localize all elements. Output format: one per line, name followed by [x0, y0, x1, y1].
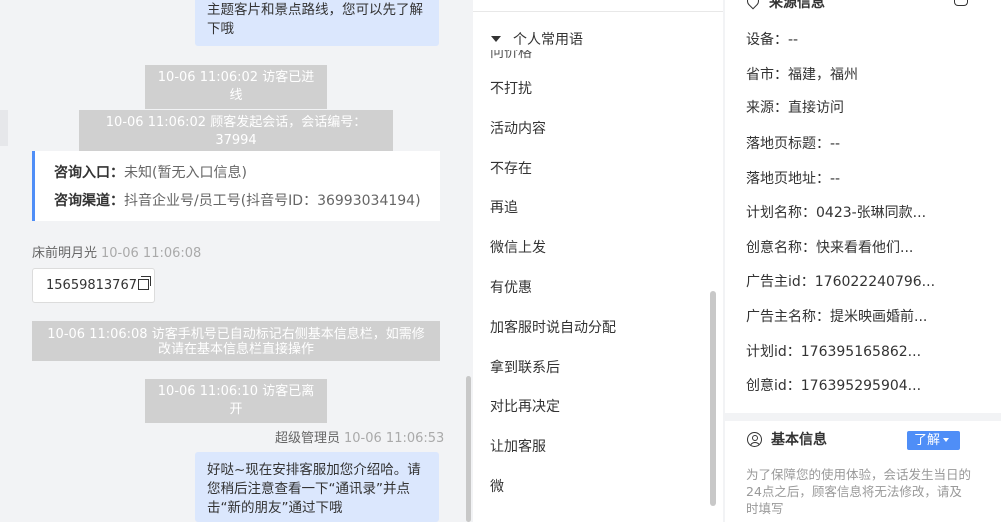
- caret-down-icon: [943, 438, 950, 442]
- user-icon: [747, 432, 762, 447]
- phrase-item[interactable]: 对比再决定: [490, 397, 560, 417]
- common-phrases-panel: 问价格 个人常用语 不打扰 活动内容 不存在 再追 微信上发 有优惠 加客服时说…: [473, 0, 723, 522]
- basic-info-title: 基本信息: [747, 430, 827, 450]
- source-field-landing-title: 落地页标题：--: [746, 136, 841, 152]
- phrase-item[interactable]: 不打扰: [490, 79, 532, 99]
- phrase-item[interactable]: 拿到联系后: [490, 358, 560, 378]
- basic-info-notice: 为了保障您的使用体验，会话发生当日的24点之后，顾客信息将无法修改，请及时填写: [746, 467, 972, 516]
- edit-icon[interactable]: [954, 0, 968, 6]
- visitor-phone: 15659813767: [46, 278, 137, 293]
- inquiry-entry-label: 咨询入口：: [54, 165, 124, 181]
- source-info-panel: 来源信息 设备：-- 省市：福建，福州 来源：直接访问 落地页标题：-- 落地页…: [725, 0, 1001, 522]
- chat-panel: 主题客片和景点路线，您可以先了解下哦 10-06 11:06:02 访客已进线 …: [0, 0, 472, 522]
- visitor-sender-line: 床前明月光 10-06 11:06:08: [32, 242, 201, 261]
- phrases-top-divider: [473, 11, 723, 12]
- workspace: 主题客片和景点路线，您可以先了解下哦 10-06 11:06:02 访客已进线 …: [0, 0, 1001, 522]
- source-info-title: 来源信息: [744, 0, 825, 12]
- source-field-plan-id: 计划id：176395165862...: [746, 344, 922, 360]
- learn-more-button[interactable]: 了解: [907, 431, 960, 450]
- copy-icon[interactable]: [137, 276, 151, 290]
- source-field-device: 设备：--: [746, 32, 799, 48]
- source-field-advertiser-name: 广告主名称：提米映画婚前...: [746, 309, 928, 325]
- agent-sender-line: 超级管理员 10-06 11:06:53: [275, 427, 444, 446]
- caret-down-icon: [491, 36, 501, 42]
- phrase-item[interactable]: 加客服时说自动分配: [490, 318, 616, 338]
- source-field-advertiser-id: 广告主id：176022240796...: [746, 274, 936, 290]
- phrase-item[interactable]: 微: [490, 477, 504, 497]
- inquiry-channel-label: 咨询渠道：: [54, 193, 124, 209]
- visitor-phone-message: 15659813767: [32, 268, 155, 303]
- source-field-city: 省市：福建，福州: [746, 67, 858, 83]
- agent-message-bubble-latest: 好哒~现在安排客服加您介绍哈。请您稍后注意查看一下“通讯录”并点击“新的朋友”通…: [195, 452, 439, 522]
- phrase-item[interactable]: 不存在: [490, 159, 532, 179]
- source-field-creative-name: 创意名称：快来看看他们...: [746, 240, 914, 256]
- visitor-name: 床前明月光: [32, 246, 98, 261]
- phrase-item[interactable]: 有优惠: [490, 278, 532, 298]
- agent-message-time: 10-06 11:06:53: [344, 431, 445, 446]
- inquiry-info-card: 咨询入口：未知(暂无入口信息) 咨询渠道：抖音企业号/员工号(抖音号ID：369…: [32, 151, 440, 221]
- system-message-session-start: 10-06 11:06:02 顾客发起会话，会话编号：37994: [79, 110, 393, 154]
- phrase-group-label: 个人常用语: [513, 32, 583, 48]
- chat-scrollbar[interactable]: [466, 376, 471, 522]
- phrase-group-personal[interactable]: 个人常用语: [491, 30, 587, 50]
- inquiry-entry-value: 未知(暂无入口信息): [124, 165, 247, 181]
- phrase-item[interactable]: 微信上发: [490, 238, 546, 258]
- section-divider: [725, 413, 1001, 421]
- source-field-landing-url: 落地页地址：--: [746, 171, 841, 187]
- source-field-creative-id: 创意id：176395295904...: [746, 378, 922, 394]
- location-pin-icon: [744, 0, 762, 10]
- source-field-plan-name: 计划名称：0423-张琳同款...: [746, 205, 927, 221]
- agent-message-bubble: 主题客片和景点路线，您可以先了解下哦: [195, 0, 439, 46]
- system-message-entered: 10-06 11:06:02 访客已进线: [145, 65, 327, 109]
- visitor-message-time: 10-06 11:06:08: [101, 246, 202, 261]
- phrases-scrollbar[interactable]: [710, 291, 716, 506]
- system-message-phone-marked: 10-06 11:06:08 访客手机号已自动标记右侧基本信息栏，如需修改请在基…: [32, 321, 440, 361]
- phrase-item[interactable]: 活动内容: [490, 119, 546, 139]
- inquiry-channel-value: 抖音企业号/员工号(抖音号ID：36993034194): [124, 193, 421, 209]
- agent-name: 超级管理员: [275, 431, 341, 446]
- phrase-item[interactable]: 让加客服: [490, 437, 546, 457]
- phrase-item[interactable]: 再追: [490, 198, 518, 218]
- system-message-left: 10-06 11:06:10 访客已离开: [145, 379, 327, 423]
- source-field-origin: 来源：直接访问: [746, 100, 844, 116]
- chat-left-strip: [0, 110, 8, 146]
